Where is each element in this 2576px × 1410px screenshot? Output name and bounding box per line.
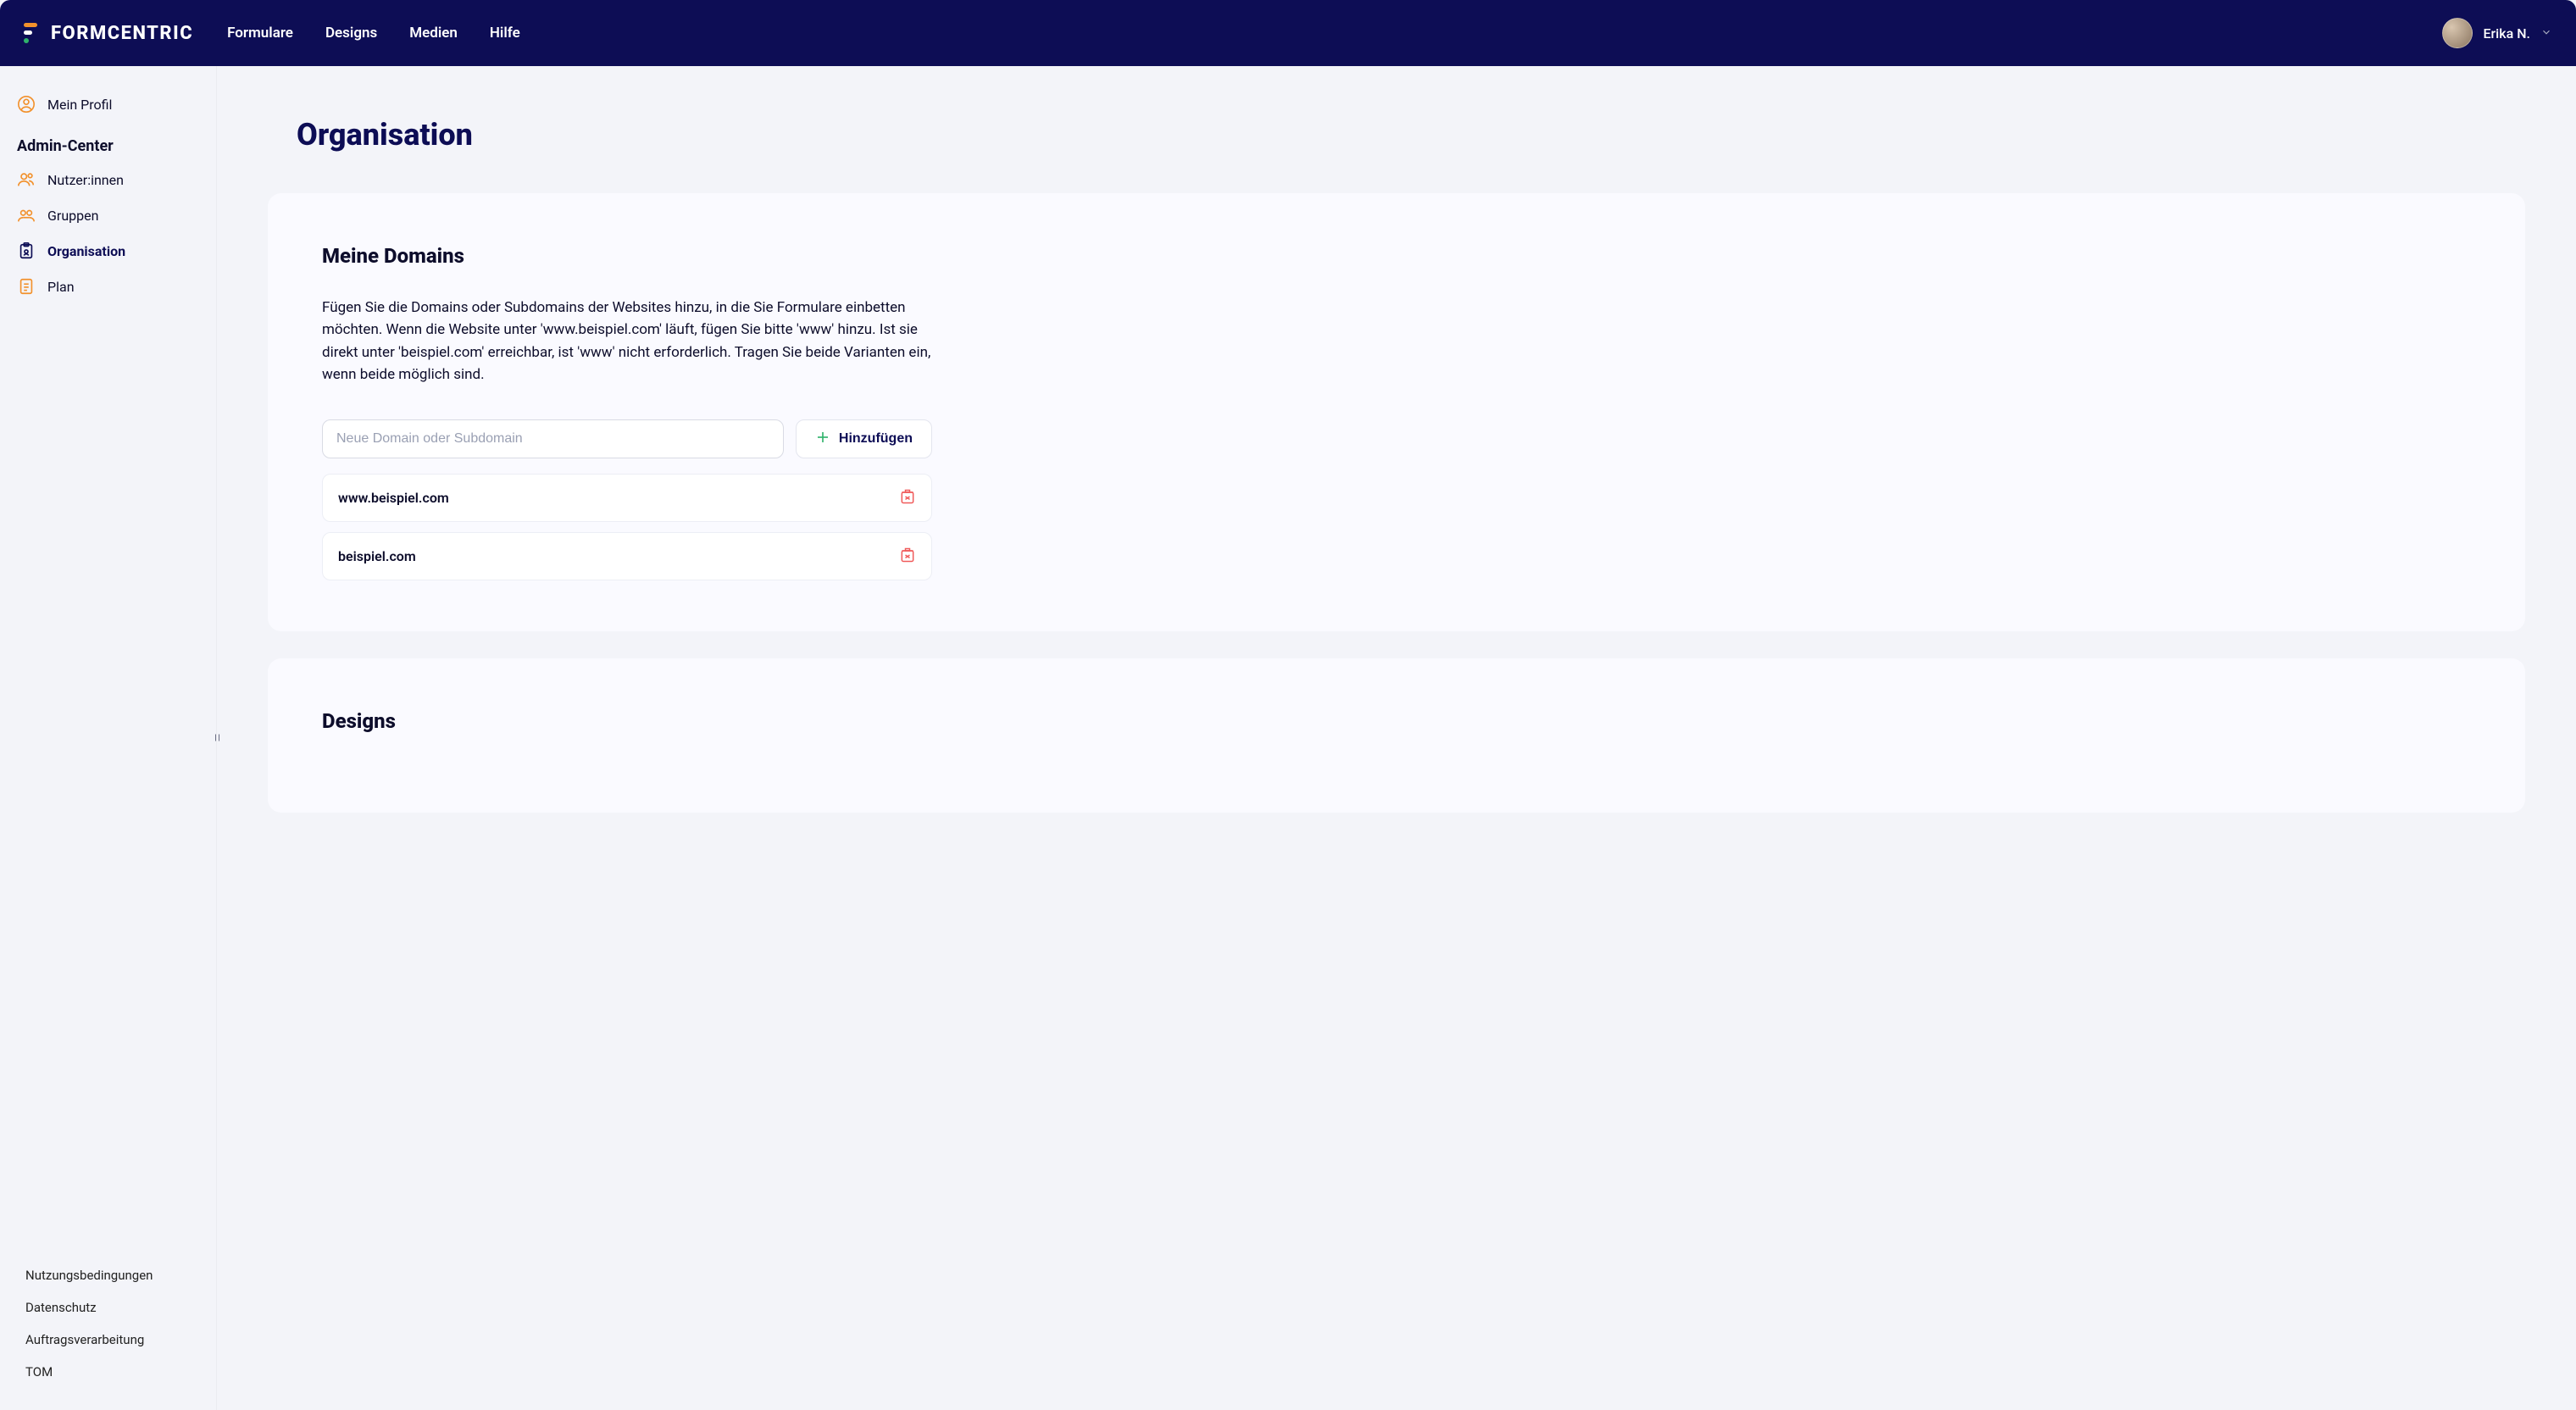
nav-item-medien[interactable]: Medien xyxy=(409,25,458,42)
clipboard-icon xyxy=(17,241,36,260)
plus-icon xyxy=(815,430,830,449)
group-icon xyxy=(17,206,36,225)
sidebar-item-plan[interactable]: Plan xyxy=(0,269,216,304)
sidebar: Mein Profil Admin-Center Nutzer:innen Gr… xyxy=(0,66,217,1410)
sidebar-item-groups[interactable]: Gruppen xyxy=(0,197,216,233)
designs-card: Designs xyxy=(268,658,2525,813)
user-menu[interactable]: Erika N. xyxy=(2442,18,2552,48)
chevron-down-icon xyxy=(2540,25,2552,42)
sidebar-item-organisation[interactable]: Organisation xyxy=(0,233,216,269)
nav-item-designs[interactable]: Designs xyxy=(325,25,377,42)
domains-heading: Meine Domains xyxy=(322,244,2471,268)
footer-link-processing[interactable]: Auftragsverarbeitung xyxy=(0,1324,216,1356)
sidebar-section-header: Admin-Center xyxy=(0,122,216,162)
page-title: Organisation xyxy=(297,117,2525,153)
designs-heading: Designs xyxy=(322,709,2471,733)
sidebar-item-profile[interactable]: Mein Profil xyxy=(0,86,216,122)
sidebar-item-label: Gruppen xyxy=(47,208,98,224)
sidebar-item-label: Nutzer:innen xyxy=(47,172,124,188)
sidebar-item-label: Plan xyxy=(47,279,75,295)
trash-icon xyxy=(899,488,916,508)
sidebar-item-users[interactable]: Nutzer:innen xyxy=(0,162,216,197)
domain-row: beispiel.com xyxy=(322,532,932,580)
domain-input[interactable] xyxy=(322,419,784,458)
users-icon xyxy=(17,170,36,189)
domains-description: Fügen Sie die Domains oder Subdomains de… xyxy=(322,297,932,386)
sidebar-footer: Nutzungsbedingungen Datenschutz Auftrags… xyxy=(0,1251,216,1396)
domain-row: www.beispiel.com xyxy=(322,474,932,522)
brand-logo[interactable]: FORMCENTRIC xyxy=(24,21,193,45)
delete-domain-button[interactable] xyxy=(899,488,916,508)
domains-card: Meine Domains Fügen Sie die Domains oder… xyxy=(268,193,2525,631)
footer-link-privacy[interactable]: Datenschutz xyxy=(0,1291,216,1324)
add-domain-button[interactable]: Hinzufügen xyxy=(796,419,932,458)
logo-mark-icon xyxy=(24,21,41,45)
sidebar-item-label: Mein Profil xyxy=(47,97,112,113)
user-name: Erika N. xyxy=(2483,25,2530,42)
brand-name: FORMCENTRIC xyxy=(51,23,193,44)
top-nav: Formulare Designs Medien Hilfe xyxy=(227,25,520,42)
avatar xyxy=(2442,18,2473,48)
domain-value: beispiel.com xyxy=(338,548,416,564)
footer-link-terms[interactable]: Nutzungsbedingungen xyxy=(0,1259,216,1291)
domain-value: www.beispiel.com xyxy=(338,490,449,506)
add-button-label: Hinzufügen xyxy=(839,431,913,447)
sidebar-item-label: Organisation xyxy=(47,243,125,259)
main-content: Organisation Meine Domains Fügen Sie die… xyxy=(217,66,2576,1410)
nav-item-hilfe[interactable]: Hilfe xyxy=(490,25,520,42)
user-circle-icon xyxy=(17,95,36,114)
trash-icon xyxy=(899,547,916,566)
footer-link-tom[interactable]: TOM xyxy=(0,1356,216,1388)
sidebar-collapse-handle[interactable]: II xyxy=(214,733,221,744)
nav-item-formulare[interactable]: Formulare xyxy=(227,25,293,42)
delete-domain-button[interactable] xyxy=(899,547,916,566)
topbar: FORMCENTRIC Formulare Designs Medien Hil… xyxy=(0,0,2576,66)
document-icon xyxy=(17,277,36,296)
